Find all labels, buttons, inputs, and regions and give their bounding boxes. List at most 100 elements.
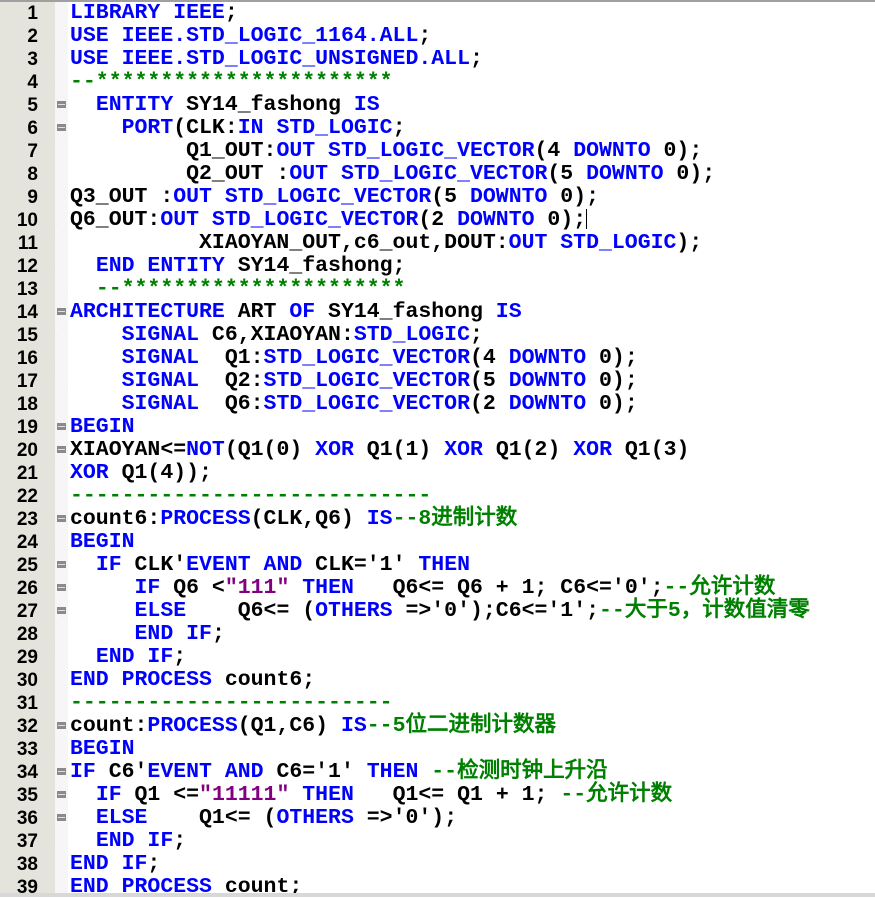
- code-line[interactable]: 29 END IF;: [0, 646, 875, 669]
- code-line[interactable]: 23 count6:PROCESS(CLK,Q6) IS--8进制计数: [0, 508, 875, 531]
- fold-collapse-icon[interactable]: [57, 768, 66, 775]
- keyword-token: XOR: [315, 438, 354, 462]
- code-line[interactable]: 37 END IF;: [0, 830, 875, 853]
- code-line[interactable]: 36 ELSE Q1<= (OTHERS =>'0');: [0, 807, 875, 830]
- line-number: 24: [16, 532, 38, 553]
- keyword-token: OUT STD_LOGIC_VECTOR: [276, 139, 535, 163]
- code-text: USE IEEE.STD_LOGIC_UNSIGNED.ALL;: [70, 48, 483, 71]
- code-line[interactable]: 12 END ENTITY SY14_fashong;: [0, 255, 875, 278]
- line-number: 37: [16, 831, 38, 852]
- keyword-token: OUT STD_LOGIC_VECTOR: [173, 185, 432, 209]
- fold-collapse-icon[interactable]: [57, 722, 66, 729]
- line-number: 33: [16, 739, 38, 760]
- code-text: --***********************: [70, 71, 393, 94]
- fold-collapse-icon[interactable]: [57, 446, 66, 453]
- fold-collapse-icon[interactable]: [57, 124, 66, 131]
- fold-collapse-icon[interactable]: [57, 515, 66, 522]
- code-line[interactable]: 38 END IF;: [0, 853, 875, 876]
- text-token: count6;: [211, 668, 316, 692]
- text-token: (2: [418, 208, 458, 232]
- code-line[interactable]: 26 IF Q6 <"111" THEN Q6<= Q6 + 1; C6<='0…: [0, 577, 875, 600]
- code-line[interactable]: 32 count:PROCESS(Q1,C6) IS--5位二进制计数器: [0, 715, 875, 738]
- text-token: C6='1': [263, 760, 367, 784]
- text-token: 0);: [534, 208, 587, 232]
- code-line[interactable]: 25 IF CLK'EVENT AND CLK='1' THEN: [0, 554, 875, 577]
- keyword-token: OTHERS: [315, 599, 393, 623]
- code-line[interactable]: 19 BEGIN: [0, 416, 875, 439]
- line-number: 28: [16, 624, 38, 645]
- code-line[interactable]: 1 LIBRARY IEEE;: [0, 2, 875, 25]
- text-token: XIAOYAN_OUT,c6_out,DOUT:: [70, 231, 509, 255]
- line-number: 32: [16, 716, 38, 737]
- code-editor[interactable]: 1 LIBRARY IEEE; 2 USE IEEE.STD_LOGIC_1164.A…: [0, 2, 875, 899]
- code-line[interactable]: 31 -------------------------: [0, 692, 875, 715]
- code-line[interactable]: 5 ENTITY SY14_fashong IS: [0, 94, 875, 117]
- code-text: USE IEEE.STD_LOGIC_1164.ALL;: [70, 25, 431, 48]
- code-line[interactable]: 22 ----------------------------: [0, 485, 875, 508]
- code-line[interactable]: 20 XIAOYAN<=NOT(Q1(0) XOR Q1(1) XOR Q1(2)…: [0, 439, 875, 462]
- code-line[interactable]: 2 USE IEEE.STD_LOGIC_1164.ALL;: [0, 25, 875, 48]
- code-line[interactable]: 7 Q1_OUT:OUT STD_LOGIC_VECTOR(4 DOWNTO 0…: [0, 140, 875, 163]
- code-line[interactable]: 17 SIGNAL Q2:STD_LOGIC_VECTOR(5 DOWNTO 0…: [0, 370, 875, 393]
- fold-collapse-icon[interactable]: [57, 814, 66, 821]
- text-token: ;: [224, 1, 238, 25]
- keyword-token: IF: [134, 576, 161, 600]
- fold-collapse-icon[interactable]: [57, 791, 66, 798]
- text-token: Q6:: [199, 392, 264, 416]
- keyword-token: END IF: [70, 852, 148, 876]
- fold-collapse-icon[interactable]: [57, 561, 66, 568]
- code-line[interactable]: 28 END IF;: [0, 623, 875, 646]
- code-line[interactable]: 16 SIGNAL Q1:STD_LOGIC_VECTOR(4 DOWNTO 0…: [0, 347, 875, 370]
- code-line[interactable]: 6 PORT(CLK:IN STD_LOGIC;: [0, 117, 875, 140]
- keyword-token: IS: [353, 93, 380, 117]
- keyword-token: DOWNTO: [457, 208, 535, 232]
- fold-collapse-icon[interactable]: [57, 308, 66, 315]
- line-number: 18: [16, 394, 38, 415]
- line-number: 2: [27, 26, 38, 47]
- code-line[interactable]: 35 IF Q1 <="11111" THEN Q1<= Q1 + 1; --允…: [0, 784, 875, 807]
- code-text: ARCHITECTURE ART OF SY14_fashong IS: [70, 301, 522, 324]
- code-line[interactable]: 24 BEGIN: [0, 531, 875, 554]
- keyword-token: ARCHITECTURE: [70, 300, 225, 324]
- keyword-token: PORT: [121, 116, 174, 140]
- code-line[interactable]: 18 SIGNAL Q6:STD_LOGIC_VECTOR(2 DOWNTO 0…: [0, 393, 875, 416]
- text-token: 0);: [586, 392, 638, 416]
- code-text: PORT(CLK:IN STD_LOGIC;: [70, 116, 406, 140]
- text-token: C6': [95, 760, 148, 784]
- line-number: 10: [16, 210, 38, 231]
- code-line[interactable]: 34 IF C6'EVENT AND C6='1' THEN --检测时钟上升沿: [0, 761, 875, 784]
- code-line[interactable]: 13 --**********************: [0, 278, 875, 301]
- code-text: SIGNAL C6,XIAOYAN:STD_LOGIC;: [70, 324, 483, 347]
- code-line[interactable]: 9 Q3_OUT :OUT STD_LOGIC_VECTOR(5 DOWNTO 0…: [0, 186, 875, 209]
- line-number: 9: [27, 187, 38, 208]
- fold-collapse-icon[interactable]: [57, 607, 66, 614]
- line-number: 6: [27, 118, 38, 139]
- fold-collapse-icon[interactable]: [57, 423, 66, 430]
- code-line[interactable]: 10 Q6_OUT:OUT STD_LOGIC_VECTOR(2 DOWNTO 0…: [0, 209, 875, 232]
- code-line[interactable]: 30 END PROCESS count6;: [0, 669, 875, 692]
- code-line[interactable]: 8 Q2_OUT :OUT STD_LOGIC_VECTOR(5 DOWNTO …: [0, 163, 875, 186]
- fold-collapse-icon[interactable]: [57, 101, 66, 108]
- keyword-token: DOWNTO: [508, 346, 587, 370]
- code-line[interactable]: 33 BEGIN: [0, 738, 875, 761]
- code-line[interactable]: 3 USE IEEE.STD_LOGIC_UNSIGNED.ALL;: [0, 48, 875, 71]
- fold-collapse-icon[interactable]: [57, 584, 66, 591]
- text-token: ;: [147, 852, 161, 876]
- code-line[interactable]: 21 XOR Q1(4));: [0, 462, 875, 485]
- code-line[interactable]: 4 --***********************: [0, 71, 875, 94]
- code-line[interactable]: 27 ELSE Q6<= (OTHERS =>'0');C6<='1';--大于…: [0, 600, 875, 623]
- text-token: Q1:: [199, 346, 264, 370]
- horizontal-scrollbar[interactable]: [0, 893, 875, 897]
- code-line[interactable]: 15 SIGNAL C6,XIAOYAN:STD_LOGIC;: [0, 324, 875, 347]
- code-line[interactable]: 14 ARCHITECTURE ART OF SY14_fashong IS: [0, 301, 875, 324]
- code-line[interactable]: 11 XIAOYAN_OUT,c6_out,DOUT:OUT STD_LOGIC…: [0, 232, 875, 255]
- code-text: END PROCESS count6;: [70, 669, 315, 692]
- text-token: (4: [469, 346, 509, 370]
